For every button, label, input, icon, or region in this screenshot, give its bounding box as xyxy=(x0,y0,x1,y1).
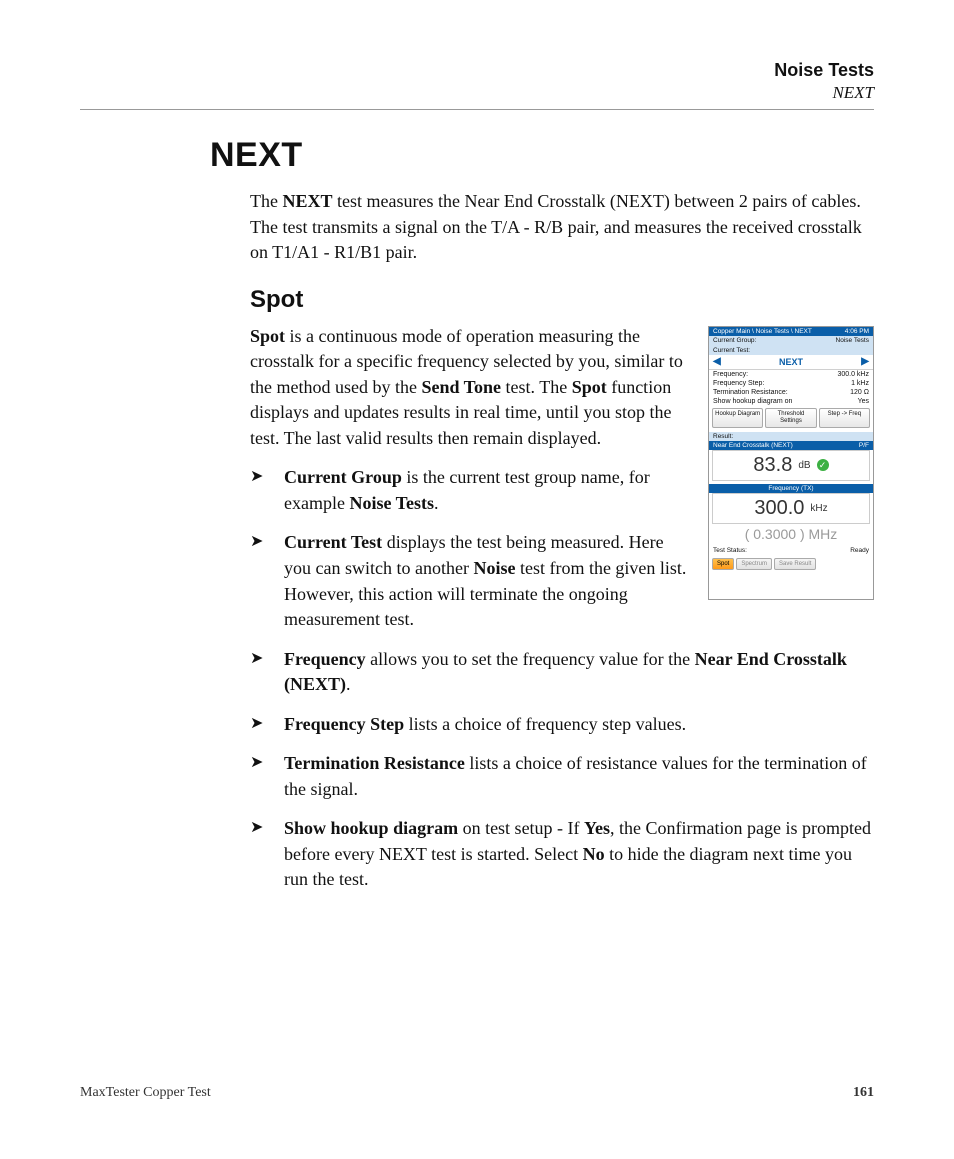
text-bold: Current Group xyxy=(284,467,402,487)
label: Termination Resistance: xyxy=(713,388,788,397)
text-bold: Spot xyxy=(250,326,285,346)
text-bold: Spot xyxy=(572,377,607,397)
value: 1 kHz xyxy=(851,379,869,388)
bullet-frequency: Frequency allows you to set the frequenc… xyxy=(250,647,874,698)
chevron-right-icon[interactable]: ▶ xyxy=(861,356,869,367)
text-bold: Send Tone xyxy=(421,377,501,397)
text-bold: Frequency xyxy=(284,649,366,669)
heading-next: NEXT xyxy=(210,136,874,175)
shot-result-bar: Near End Crosstalk (NEXT) P/F xyxy=(709,441,873,450)
text-bold: Frequency Step xyxy=(284,714,404,734)
threshold-settings-button[interactable]: Threshold Settings xyxy=(765,408,816,427)
shot-test-name: NEXT xyxy=(779,357,803,367)
text: test. The xyxy=(501,377,572,397)
text: . xyxy=(434,493,439,513)
text-bold: No xyxy=(583,844,605,864)
text-bold: Current Test xyxy=(284,532,382,552)
shot-result-header: Result: xyxy=(709,432,873,441)
label: Current Group: xyxy=(713,337,756,345)
text: lists a choice of frequency step values. xyxy=(404,714,686,734)
page-number: 161 xyxy=(853,1085,874,1101)
step-freq-button[interactable]: Step -> Freq xyxy=(819,408,870,427)
shot-button-row: Hookup Diagram Threshold Settings Step -… xyxy=(709,406,873,429)
shot-topbar: Copper Main \ Noise Tests \ NEXT 4:06 PM xyxy=(709,327,873,336)
heading-spot: Spot xyxy=(250,286,874,314)
bullet-show-hookup: Show hookup diagram on test setup - If Y… xyxy=(250,816,874,893)
text-bold: Noise Tests xyxy=(349,493,434,513)
text-bold: NEXT xyxy=(282,191,332,211)
bullet-frequency-step: Frequency Step lists a choice of frequen… xyxy=(250,712,874,738)
bullet-current-test: Current Test displays the test being mea… xyxy=(250,530,874,632)
footer-title: MaxTester Copper Test xyxy=(80,1085,211,1101)
text: . xyxy=(346,674,351,694)
shot-test-selector[interactable]: ◀ NEXT ▶ xyxy=(709,355,873,370)
header-rule xyxy=(80,109,874,110)
value: 300.0 kHz xyxy=(837,370,869,379)
bullet-list: Current Group is the current test group … xyxy=(250,465,874,893)
shot-row-freq-step: Frequency Step: 1 kHz xyxy=(709,379,873,388)
shot-breadcrumb: Copper Main \ Noise Tests \ NEXT xyxy=(713,328,812,335)
text: test measures the Near End Crosstalk (NE… xyxy=(250,191,862,262)
label: Near End Crosstalk (NEXT) xyxy=(713,442,793,449)
label: P/F xyxy=(859,442,869,449)
bullet-termination-resistance: Termination Resistance lists a choice of… xyxy=(250,751,874,802)
header-section: Noise Tests xyxy=(80,60,874,81)
value: Noise Tests xyxy=(836,337,869,345)
shot-time: 4:06 PM xyxy=(845,328,869,335)
shot-current-group: Current Group: Noise Tests xyxy=(709,336,873,346)
shot-row-hookup: Show hookup diagram on Yes xyxy=(709,397,873,406)
shot-row-frequency: Frequency: 300.0 kHz xyxy=(709,370,873,379)
intro-paragraph: The NEXT test measures the Near End Cros… xyxy=(250,189,874,266)
bullet-current-group: Current Group is the current test group … xyxy=(250,465,874,516)
label: Show hookup diagram on xyxy=(713,397,792,406)
value: Yes xyxy=(858,397,869,406)
shot-row-term: Termination Resistance: 120 Ω xyxy=(709,388,873,397)
hookup-diagram-button[interactable]: Hookup Diagram xyxy=(712,408,763,427)
text-bold: Noise xyxy=(473,558,515,578)
chevron-left-icon[interactable]: ◀ xyxy=(713,356,721,367)
text-bold: Termination Resistance xyxy=(284,753,465,773)
text: allows you to set the frequency value fo… xyxy=(366,649,695,669)
shot-current-test-label: Current Test: xyxy=(709,346,873,355)
value: 120 Ω xyxy=(850,388,869,397)
text: The xyxy=(250,191,282,211)
header-sub: NEXT xyxy=(80,83,874,103)
text: on test setup - If xyxy=(458,818,584,838)
text-bold: Show hookup diagram xyxy=(284,818,458,838)
page-header: Noise Tests NEXT xyxy=(80,60,874,103)
label: Frequency Step: xyxy=(713,379,764,388)
page-footer: MaxTester Copper Test 161 xyxy=(80,1085,874,1101)
text-bold: Yes xyxy=(584,818,610,838)
label: Frequency: xyxy=(713,370,748,379)
